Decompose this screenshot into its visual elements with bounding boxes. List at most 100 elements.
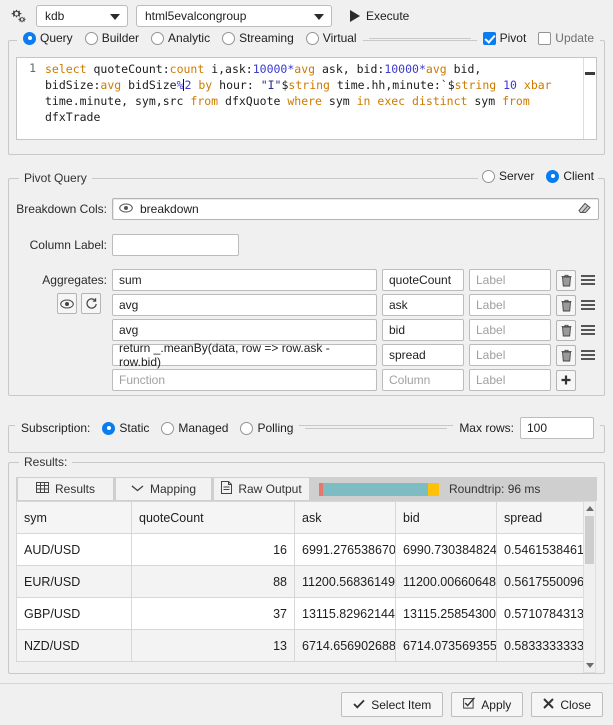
cell-ask: 6991.276538670	[295, 534, 396, 566]
pivot-location-options: Server Client	[478, 169, 598, 183]
delete-aggregate-button[interactable]	[556, 270, 576, 291]
results-vertical-scrollbar[interactable]	[583, 501, 596, 673]
aggregate-column-input[interactable]: bid	[382, 319, 464, 341]
chevron-down-icon	[314, 14, 324, 20]
column-header-sym[interactable]: sym	[17, 502, 132, 534]
max-rows-input[interactable]: 100	[520, 417, 594, 439]
query-editor[interactable]: 1 select quoteCount:count i,ask:10000*av…	[16, 57, 597, 140]
cell-quotecount: 16	[132, 534, 295, 566]
aggregate-function-input[interactable]: avg	[112, 294, 377, 316]
scrollbar-thumb[interactable]	[585, 516, 594, 564]
radio-dot-icon	[546, 170, 559, 183]
checkbox-update[interactable]: Update	[532, 31, 600, 45]
max-rows-group: Max rows: 100	[453, 417, 600, 439]
aggregate-row: avg ask Label	[112, 294, 595, 316]
aggregate-function-input[interactable]: avg	[112, 319, 377, 341]
radio-managed[interactable]: Managed	[155, 421, 234, 435]
delete-aggregate-button[interactable]	[556, 295, 576, 316]
column-label-input[interactable]	[112, 234, 239, 256]
check-icon	[353, 698, 365, 712]
table-row[interactable]: NZD/USD 13 6714.656902688 6714.073569355…	[17, 630, 587, 662]
checkbox-label: Update	[555, 31, 594, 45]
breakdown-cols-field[interactable]: breakdown	[112, 198, 599, 220]
table-row[interactable]: AUD/USD 16 6991.276538670 6990.730384824…	[17, 534, 587, 566]
select-item-button[interactable]: Select Item	[341, 692, 443, 717]
aggregate-function-input[interactable]: return _.meanBy(data, row => row.ask - r…	[112, 344, 377, 366]
aggregate-function-input[interactable]: sum	[112, 269, 377, 291]
cell-ask: 6714.656902688	[295, 630, 396, 662]
table-row[interactable]: EUR/USD 88 11200.56836149 11200.00660648…	[17, 566, 587, 598]
delete-aggregate-button[interactable]	[556, 345, 576, 366]
aggregate-column-input[interactable]: spread	[382, 344, 464, 366]
roundtrip-label: Roundtrip: 96 ms	[449, 482, 540, 496]
radio-server[interactable]: Server	[482, 169, 534, 183]
scroll-up-icon[interactable]	[584, 502, 595, 515]
connection-type-dropdown[interactable]: kdb	[36, 5, 128, 27]
aggregate-label-input[interactable]: Label	[469, 294, 551, 316]
delete-aggregate-button[interactable]	[556, 320, 576, 341]
query-mode-bar: Query Builder Analytic Streaming Virtual	[17, 31, 600, 45]
column-header-bid[interactable]: bid	[396, 502, 497, 534]
progress-segment-teal	[323, 483, 428, 496]
tab-mapping[interactable]: Mapping	[115, 477, 212, 501]
drag-handle-icon[interactable]	[581, 298, 595, 312]
new-label-input[interactable]: Label	[469, 369, 551, 391]
tab-results[interactable]: Results	[17, 477, 114, 501]
max-rows-label: Max rows:	[459, 421, 514, 435]
column-header-ask[interactable]: ask	[295, 502, 396, 534]
aggregate-column-input[interactable]: ask	[382, 294, 464, 316]
drag-handle-icon[interactable]	[581, 323, 595, 337]
apply-button[interactable]: Apply	[451, 692, 523, 717]
tab-raw-output[interactable]: Raw Output	[213, 477, 310, 501]
aggregate-label-input[interactable]: Label	[469, 269, 551, 291]
radio-builder[interactable]: Builder	[79, 31, 145, 45]
scroll-down-icon[interactable]	[584, 659, 595, 672]
toolbar: kdb html5evalcongroup Execute	[0, 0, 613, 32]
drag-handle-icon[interactable]	[581, 273, 595, 287]
close-button[interactable]: Close	[531, 692, 603, 717]
tab-label: Mapping	[150, 482, 196, 496]
radio-static[interactable]: Static	[96, 421, 155, 435]
radio-virtual[interactable]: Virtual	[300, 31, 363, 45]
drag-handle-icon[interactable]	[581, 348, 595, 362]
radio-polling[interactable]: Polling	[234, 421, 299, 435]
editor-scrollbar[interactable]	[583, 58, 596, 139]
checkbox-pivot[interactable]: Pivot	[477, 31, 533, 45]
radio-client[interactable]: Client	[546, 169, 594, 183]
radio-streaming[interactable]: Streaming	[216, 31, 300, 45]
radio-query[interactable]: Query	[17, 31, 79, 45]
column-header-spread[interactable]: spread	[497, 502, 587, 534]
play-icon	[350, 10, 360, 22]
results-table: sym quoteCount ask bid spread AUD/USD 16…	[16, 501, 587, 662]
progress-bar	[319, 483, 439, 496]
subscription-title: Subscription:	[15, 421, 96, 435]
cell-sym: EUR/USD	[17, 566, 132, 598]
new-function-input[interactable]: Function	[112, 369, 377, 391]
new-column-input[interactable]: Column	[382, 369, 464, 391]
aggregate-label-input[interactable]: Label	[469, 319, 551, 341]
aggregate-column-input[interactable]: quoteCount	[382, 269, 464, 291]
table-row[interactable]: GBP/USD 37 13115.82962144 13115.25854300…	[17, 598, 587, 630]
cell-sym: GBP/USD	[17, 598, 132, 630]
pivot-query-title: Pivot Query	[19, 171, 92, 185]
x-icon	[543, 698, 554, 712]
execute-button[interactable]: Execute	[350, 9, 409, 23]
add-aggregate-button[interactable]	[556, 370, 576, 391]
aggregate-label-input[interactable]: Label	[469, 344, 551, 366]
new-aggregate-row: Function Column Label	[112, 369, 576, 391]
line-number: 1	[17, 58, 39, 139]
refresh-button[interactable]	[81, 293, 101, 314]
preview-button[interactable]	[57, 293, 77, 314]
text-cursor	[183, 79, 184, 91]
eye-icon[interactable]	[119, 202, 133, 216]
chevron-down-icon	[110, 14, 120, 20]
query-code[interactable]: select quoteCount:count i,ask:10000*avg …	[39, 58, 583, 139]
eraser-icon[interactable]	[577, 201, 592, 217]
column-header-quotecount[interactable]: quoteCount	[132, 502, 295, 534]
aggregates-label: Aggregates:	[12, 273, 107, 287]
radio-analytic[interactable]: Analytic	[145, 31, 216, 45]
gears-icon[interactable]	[8, 6, 28, 26]
scrollbar-thumb[interactable]	[585, 72, 595, 75]
radio-dot-icon	[102, 422, 115, 435]
connection-name-dropdown[interactable]: html5evalcongroup	[136, 5, 332, 27]
